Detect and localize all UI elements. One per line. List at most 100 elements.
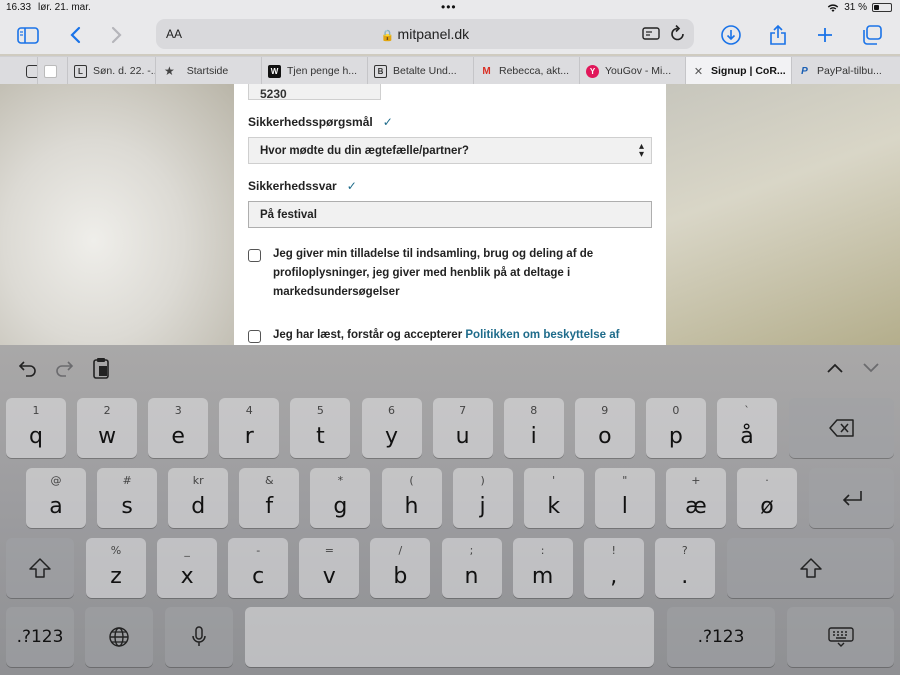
key-i[interactable]: 8i	[503, 398, 564, 458]
key-a[interactable]: @ a	[26, 468, 86, 528]
key-alt-label: 9	[601, 404, 609, 417]
key-alt-label: 3	[174, 404, 182, 417]
tab-9-active[interactable]: ✕ Signup | CoR...	[686, 57, 792, 85]
tab-bar: L Søn. d. 22. -... ★ Startside W Tjen pe…	[0, 56, 900, 85]
paste-icon[interactable]	[90, 357, 112, 379]
tab-1[interactable]	[0, 57, 38, 85]
key-c[interactable]: -c	[228, 538, 289, 598]
space-bar[interactable]	[245, 607, 654, 667]
privacy-checkbox[interactable]	[248, 330, 261, 343]
key-æ[interactable]: + æ	[665, 468, 726, 528]
shift-key-right[interactable]	[727, 538, 894, 598]
key-label: å	[740, 424, 754, 449]
microphone-icon	[192, 626, 206, 646]
key-h[interactable]: (h	[381, 468, 442, 528]
key-comma[interactable]: !,	[583, 538, 644, 598]
extension-icon[interactable]	[642, 26, 660, 47]
key-e[interactable]: 3e	[148, 398, 209, 458]
shift-key-left[interactable]	[6, 538, 74, 598]
key-period[interactable]: ?.	[654, 538, 715, 598]
key-b[interactable]: / b	[370, 538, 431, 598]
signup-form: 5230 Sikkerhedsspørgsmål ✓ Hvor mødte du …	[234, 84, 666, 345]
key-label: o	[598, 424, 612, 449]
key-alt-label: =	[324, 544, 334, 557]
key-f[interactable]: & f	[239, 468, 300, 528]
url-display[interactable]: 🔒 mitpanel.dk	[156, 26, 694, 42]
zip-code-field[interactable]: 5230	[248, 84, 381, 101]
on-screen-keyboard: .?123 .?123 1 q 2 w 3 e 4 r 5 t 6 y 7 u 8 i 9 o 0 p ` å @ a # s kr…	[0, 345, 900, 675]
key-g[interactable]: * g	[310, 468, 371, 528]
key-label: j	[479, 494, 486, 519]
security-answer-input[interactable]: På festival	[248, 201, 652, 228]
close-icon[interactable]: ✕	[692, 65, 705, 78]
globe-icon	[109, 627, 129, 647]
key-s[interactable]: # s	[97, 468, 158, 528]
key-y[interactable]: 6y	[361, 398, 422, 458]
key-t[interactable]: 5t	[290, 398, 351, 458]
key-q[interactable]: 1q	[6, 398, 66, 458]
tab-7[interactable]: M Rebecca, akt...	[474, 57, 580, 85]
undo-icon[interactable]	[17, 357, 39, 379]
dictation-key[interactable]	[165, 607, 233, 667]
key-k[interactable]: ' k	[523, 468, 584, 528]
key-m[interactable]: :m	[512, 538, 573, 598]
key-l[interactable]: " l	[594, 468, 655, 528]
key-u[interactable]: 7u	[432, 398, 493, 458]
key-ø[interactable]: · ø	[737, 468, 797, 528]
numbers-key-right[interactable]: .?123	[667, 607, 775, 667]
security-question-select[interactable]: Hvor mødte du din ægtefælle/partner? ▴ ▾	[248, 137, 652, 164]
numbers-key-left[interactable]: .?123	[6, 607, 74, 667]
status-right: 31 %	[827, 2, 892, 13]
forward-icon[interactable]	[104, 22, 130, 48]
next-field-chevron-down-icon[interactable]	[860, 357, 882, 379]
shift-icon	[799, 558, 822, 578]
key-alt-label: )	[480, 474, 485, 487]
downloads-icon[interactable]	[718, 22, 744, 48]
tab-10[interactable]: P PayPal-tilbu...	[792, 57, 894, 85]
key-d[interactable]: kr d	[168, 468, 229, 528]
return-key[interactable]	[809, 468, 894, 528]
tab-2[interactable]	[38, 57, 68, 85]
new-tab-icon[interactable]	[812, 22, 838, 48]
key-r[interactable]: 4r	[219, 398, 280, 458]
key-label: l	[621, 494, 628, 519]
tab-4[interactable]: ★ Startside	[156, 57, 262, 85]
previous-field-chevron-up-icon[interactable]	[824, 357, 846, 379]
key-label: ø	[760, 494, 774, 519]
sidebar-icon[interactable]	[15, 22, 41, 48]
key-z[interactable]: % z	[86, 538, 146, 598]
generic-favicon-icon	[26, 64, 37, 78]
tabs-overview-icon[interactable]	[859, 22, 885, 48]
status-date: lør. 21. mar.	[38, 2, 91, 13]
key-j[interactable]: ) j	[452, 468, 513, 528]
address-bar[interactable]: AA 🔒 mitpanel.dk	[156, 19, 694, 49]
tab-5[interactable]: W Tjen penge h...	[262, 57, 368, 85]
key-w[interactable]: 2w	[77, 398, 138, 458]
back-icon[interactable]	[62, 22, 88, 48]
key-o[interactable]: 9o	[574, 398, 635, 458]
tab-8[interactable]: Y YouGov - Mi...	[580, 57, 686, 85]
key-v[interactable]: = v	[299, 538, 360, 598]
keyboard-shortcut-bar	[0, 345, 900, 390]
reload-icon[interactable]	[669, 24, 686, 48]
star-icon: ★	[164, 64, 175, 78]
backspace-key[interactable]	[789, 398, 894, 458]
key-alt-label: 5	[316, 404, 324, 417]
globe-key[interactable]	[85, 607, 153, 667]
key-label: q	[29, 424, 43, 449]
key-n[interactable]: ; n	[441, 538, 502, 598]
multitasking-dots-icon[interactable]: •••	[441, 0, 457, 14]
share-icon[interactable]	[765, 22, 791, 48]
background-photo-right	[666, 84, 900, 345]
privacy-policy-link[interactable]: Politikken om beskyttelse af	[465, 329, 619, 341]
key-å[interactable]: ` å	[717, 398, 777, 458]
tab-6[interactable]: B Betalte Und...	[368, 57, 474, 85]
key-p[interactable]: 0p	[645, 398, 706, 458]
consent-checkbox[interactable]	[248, 249, 261, 262]
return-icon	[842, 491, 862, 506]
redo-icon[interactable]	[53, 357, 75, 379]
paypal-icon: P	[801, 65, 808, 77]
key-x[interactable]: _ x	[157, 538, 218, 598]
tab-3[interactable]: L Søn. d. 22. -...	[68, 57, 156, 85]
hide-keyboard-key[interactable]	[787, 607, 894, 667]
